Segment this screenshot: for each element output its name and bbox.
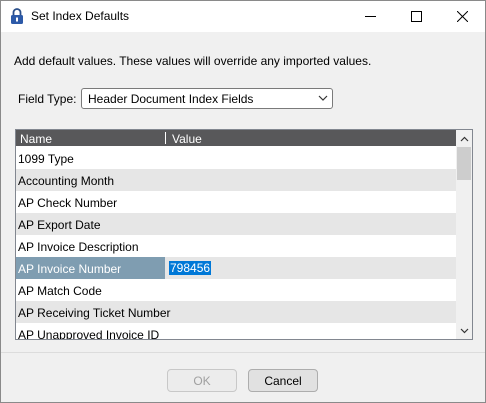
row-name: AP Match Code bbox=[18, 284, 102, 298]
maximize-icon bbox=[410, 11, 422, 22]
title-bar: Set Index Defaults bbox=[1, 1, 485, 32]
maximize-button[interactable] bbox=[393, 1, 439, 32]
row-name: AP Invoice Number bbox=[18, 262, 122, 276]
field-type-label: Field Type: bbox=[18, 92, 77, 106]
row-name: Accounting Month bbox=[18, 174, 115, 188]
table-row[interactable]: AP Check Number bbox=[16, 191, 456, 213]
table-row[interactable]: AP Invoice Description bbox=[16, 235, 456, 257]
table-row[interactable]: AP Unapproved Invoice ID bbox=[16, 323, 456, 340]
table-row[interactable]: AP Export Date bbox=[16, 213, 456, 235]
lock-icon bbox=[11, 8, 23, 24]
window-title: Set Index Defaults bbox=[31, 9, 130, 23]
chevron-down-icon bbox=[460, 328, 468, 333]
index-fields-grid[interactable]: Name Value 1099 Type Accounting Month AP… bbox=[15, 129, 473, 340]
footer-divider bbox=[1, 352, 485, 353]
close-icon bbox=[456, 11, 468, 22]
field-type-value: Header Document Index Fields bbox=[88, 92, 254, 106]
field-type-select[interactable]: Header Document Index Fields bbox=[81, 88, 333, 109]
column-header-value[interactable]: Value bbox=[172, 132, 202, 146]
column-divider[interactable] bbox=[165, 132, 166, 144]
set-index-defaults-dialog: Set Index Defaults Add default values. T… bbox=[0, 0, 486, 403]
chevron-down-icon bbox=[318, 95, 328, 101]
ok-button[interactable]: OK bbox=[167, 369, 237, 392]
description-text: Add default values. These values will ov… bbox=[14, 54, 372, 68]
cancel-button[interactable]: Cancel bbox=[248, 369, 318, 392]
vertical-scrollbar[interactable] bbox=[456, 130, 472, 339]
row-value-editing[interactable]: 798456 bbox=[169, 261, 212, 275]
column-header-name[interactable]: Name bbox=[20, 132, 52, 146]
row-name: AP Export Date bbox=[18, 218, 101, 232]
row-name: AP Check Number bbox=[18, 196, 118, 210]
scroll-up-button[interactable] bbox=[456, 130, 472, 147]
chevron-up-icon bbox=[460, 136, 468, 141]
table-row[interactable]: AP Match Code bbox=[16, 279, 456, 301]
minimize-button[interactable] bbox=[347, 1, 393, 32]
table-row-selected[interactable]: AP Invoice Number 798456 bbox=[16, 257, 456, 279]
row-name: 1099 Type bbox=[18, 152, 74, 166]
minimize-icon bbox=[364, 16, 376, 17]
grid-header: Name Value bbox=[16, 130, 456, 146]
table-row[interactable]: 1099 Type bbox=[16, 147, 456, 169]
row-name: AP Receiving Ticket Number bbox=[18, 306, 171, 320]
scroll-down-button[interactable] bbox=[456, 322, 472, 339]
row-name: AP Invoice Description bbox=[18, 240, 139, 254]
close-button[interactable] bbox=[439, 1, 485, 32]
scroll-thumb[interactable] bbox=[457, 147, 471, 180]
table-row[interactable]: Accounting Month bbox=[16, 169, 456, 191]
table-row[interactable]: AP Receiving Ticket Number bbox=[16, 301, 456, 323]
row-name: AP Unapproved Invoice ID bbox=[18, 328, 160, 340]
